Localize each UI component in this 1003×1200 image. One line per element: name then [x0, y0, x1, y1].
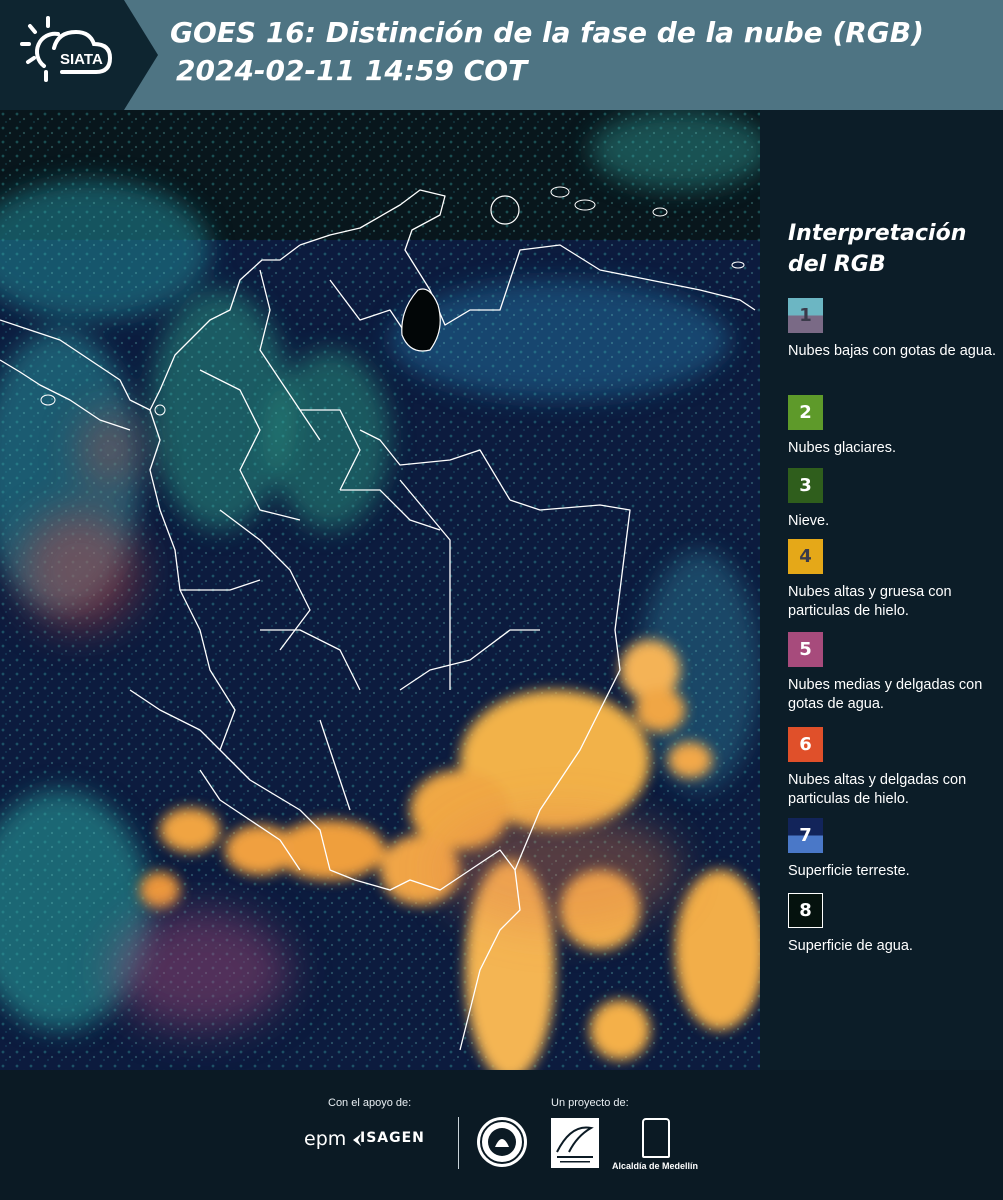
satellite-image	[0, 110, 760, 1070]
legend-label: Nubes medias y delgadas con gotas de agu…	[788, 677, 983, 712]
footer-divider	[458, 1117, 459, 1169]
legend-title: Interpretación del RGB	[788, 221, 967, 277]
legend-label: Superficie de agua.	[788, 938, 913, 954]
title-line-1: GOES 16: Distinción de la fase de la nub…	[170, 16, 924, 49]
legend-label: Nieve.	[788, 513, 830, 529]
legend-swatch-8: 8	[788, 893, 823, 928]
legend-number: 4	[799, 546, 812, 567]
legend-label: Nubes glaciares.	[788, 440, 896, 456]
project-label: Un proyecto de:	[551, 1097, 629, 1109]
legend-swatch-4: 4	[788, 539, 823, 574]
legend-swatch-3: 3	[788, 468, 823, 503]
area-metropolitana-logo	[551, 1118, 599, 1168]
header-bar: SIATA GOES 16: Distinción de la fase de …	[0, 0, 1003, 110]
legend-label: Superficie terreste.	[788, 863, 910, 879]
legend-swatch-7: 7	[788, 818, 823, 853]
siata-logo-icon: SIATA	[20, 16, 113, 82]
legend-swatch-6: 6	[788, 727, 823, 762]
legend-label: Nubes altas y gruesa con particulas de h…	[788, 584, 952, 619]
university-seal-icon	[477, 1117, 527, 1167]
legend-swatch-5: 5	[788, 632, 823, 667]
legend-swatch-1: 1	[788, 298, 823, 333]
alcaldia-label: Alcaldía de Medellín	[612, 1161, 699, 1171]
epm-logo: epm	[304, 1128, 347, 1150]
legend-label: Nubes altas y delgadas con particulas de…	[788, 772, 967, 807]
page-title: GOES 16: Distinción de la fase de la nub…	[170, 14, 924, 90]
isagen-logo: ISAGEN	[360, 1130, 425, 1146]
legend-item-4: 4 Nubes altas y gruesa con particulas de…	[788, 539, 998, 621]
footer: Con el apoyo de: Un proyecto de: epm ISA…	[0, 1070, 1003, 1200]
legend-item-3: 3 Nieve.	[788, 468, 998, 531]
legend-panel: Interpretación del RGB 1 Nubes bajas con…	[760, 110, 1003, 1070]
legend-item-5: 5 Nubes medias y delgadas con gotas de a…	[788, 632, 998, 714]
legend-item-2: 2 Nubes glaciares.	[788, 395, 998, 458]
legend-number: 3	[799, 475, 812, 496]
area-logo-icon	[556, 1126, 594, 1163]
alcaldia-shield-icon	[642, 1118, 670, 1158]
siata-logo-block: SIATA	[0, 0, 158, 110]
legend-number: 5	[799, 639, 812, 660]
siata-logo-text: SIATA	[60, 51, 103, 68]
legend-number: 2	[799, 402, 812, 423]
legend-item-1: 1 Nubes bajas con gotas de agua.	[788, 298, 998, 361]
legend-item-8: 8 Superficie de agua.	[788, 893, 998, 956]
title-line-2-timestamp: 2024-02-11 14:59 COT	[176, 54, 528, 87]
legend-number: 8	[799, 900, 812, 921]
legend-label: Nubes bajas con gotas de agua.	[788, 343, 996, 359]
legend-number: 1	[799, 305, 812, 326]
legend-item-6: 6 Nubes altas y delgadas con particulas …	[788, 727, 998, 809]
satellite-rgb-map	[0, 110, 760, 1070]
legend-swatch-2: 2	[788, 395, 823, 430]
support-label: Con el apoyo de:	[328, 1097, 412, 1109]
legend-number: 6	[799, 734, 812, 755]
legend-item-7: 7 Superficie terreste.	[788, 818, 998, 881]
legend-number: 7	[799, 825, 812, 846]
